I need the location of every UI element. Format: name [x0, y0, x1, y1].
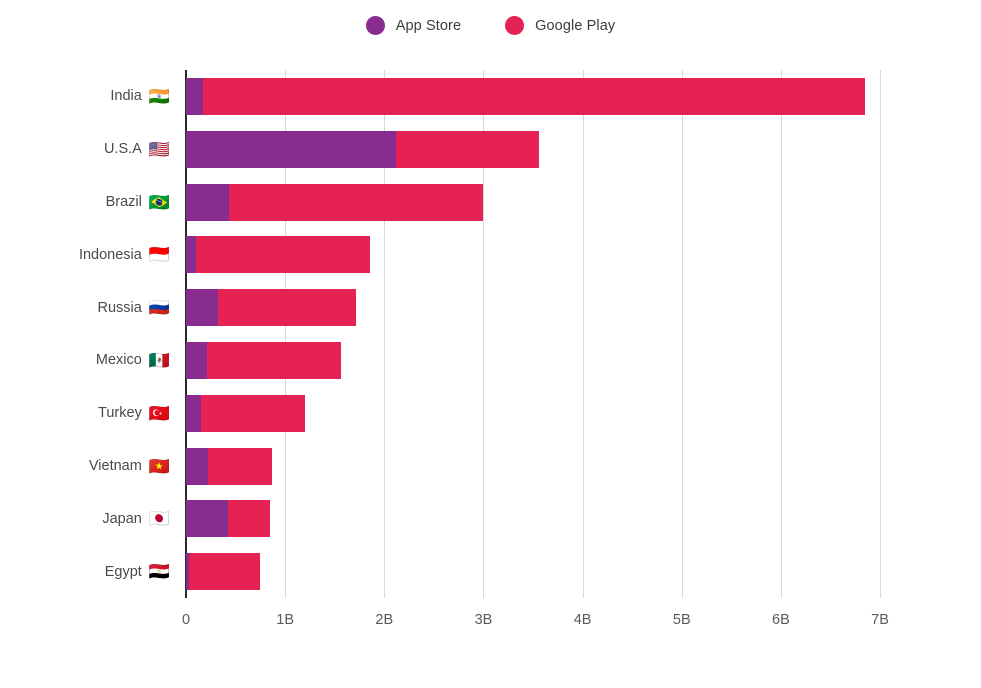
x-axis-tick-label: 1B: [276, 612, 295, 628]
bar-row[interactable]: [186, 289, 356, 327]
flag-icon: 🇮🇩: [148, 245, 170, 265]
bar-segment-google-play[interactable]: [202, 77, 866, 115]
x-axis-tick-label: 6B: [772, 612, 790, 628]
bar-segment-app-store[interactable]: [186, 447, 208, 485]
y-axis-category-india: India 🇮🇳: [110, 84, 170, 108]
bar-segment-google-play[interactable]: [228, 183, 484, 221]
x-axis-tick-label: 0: [181, 612, 191, 628]
y-axis-category-label: Brazil: [105, 194, 142, 210]
bar-segment-app-store[interactable]: [186, 130, 397, 168]
legend-item-app-store[interactable]: App Store: [365, 16, 462, 35]
bar-segment-app-store[interactable]: [186, 394, 201, 432]
y-axis-category-label: Indonesia: [78, 246, 142, 263]
bar-segment-google-play[interactable]: [200, 394, 305, 432]
x-axis-tick-label: 7B: [871, 612, 889, 628]
flag-icon: 🇲🇽: [148, 350, 170, 370]
flag-icon: 🇪🇬: [148, 562, 170, 582]
y-axis-category-label: Mexico: [95, 352, 142, 369]
bar-row[interactable]: [186, 130, 539, 168]
y-axis-category-usa: U.S.A 🇺🇸: [104, 137, 170, 161]
bar-segment-app-store[interactable]: [186, 289, 218, 327]
flag-icon: 🇺🇸: [148, 139, 170, 159]
x-axis-tick-label: 3B: [474, 612, 493, 628]
gridline: [780, 70, 782, 598]
y-axis-labels: India 🇮🇳 U.S.A 🇺🇸 Brazil 🇧🇷 Indonesia 🇮🇩 Russia 🇷…: [0, 70, 178, 598]
y-axis-category-label: U.S.A: [103, 141, 142, 158]
gridline: [681, 70, 683, 598]
y-axis-category-japan: Japan 🇯🇵: [102, 507, 170, 531]
flag-icon: 🇻🇳: [148, 456, 170, 476]
legend-item-google-play[interactable]: Google Play: [505, 16, 615, 35]
bar-row[interactable]: [186, 236, 371, 274]
bar-segment-google-play[interactable]: [227, 500, 271, 538]
y-axis-category-brazil: Brazil 🇧🇷: [106, 190, 170, 214]
bar-segment-app-store[interactable]: [186, 77, 203, 115]
y-axis-category-label: Vietnam: [88, 458, 142, 474]
bar-row[interactable]: [186, 183, 484, 221]
stacked-bar-chart: App Store Google Play India 🇮🇳 U.S.A 🇺🇸 Braz…: [0, 0, 981, 688]
gridline: [880, 70, 882, 598]
legend-swatch-app-store: [365, 16, 385, 35]
y-axis-category-label: India: [110, 88, 142, 105]
gridline: [582, 70, 584, 598]
x-axis-labels: 0 1B 2B 3B 4B 5B 6B 7B: [182, 612, 889, 636]
flag-icon: 🇯🇵: [148, 509, 170, 529]
y-axis-category-mexico: Mexico 🇲🇽: [96, 348, 170, 372]
bar-row[interactable]: [186, 77, 866, 115]
bar-segment-app-store[interactable]: [186, 500, 228, 538]
bar-segment-google-play[interactable]: [396, 130, 539, 168]
flag-icon: 🇧🇷: [148, 192, 170, 212]
x-axis-tick-label: 4B: [573, 612, 592, 628]
bar-segment-google-play[interactable]: [217, 289, 356, 327]
legend-swatch-google-play: [505, 16, 525, 35]
bar-segment-google-play[interactable]: [206, 341, 341, 379]
flag-icon: 🇷🇺: [148, 298, 170, 318]
bar-segment-app-store[interactable]: [186, 341, 207, 379]
y-axis-category-label: Egypt: [104, 563, 142, 580]
y-axis-category-egypt: Egypt 🇪🇬: [105, 560, 170, 584]
bar-row[interactable]: [186, 500, 271, 538]
legend-label-app-store: App Store: [395, 17, 462, 34]
bar-segment-app-store[interactable]: [186, 236, 196, 274]
y-axis-category-indonesia: Indonesia 🇮🇩: [79, 243, 170, 267]
y-axis-category-label: Turkey: [98, 405, 142, 422]
bar-row[interactable]: [186, 394, 305, 432]
bar-segment-google-play[interactable]: [195, 236, 371, 274]
chart-legend: App Store Google Play: [0, 16, 981, 35]
bar-segment-app-store[interactable]: [186, 183, 229, 221]
bar-row[interactable]: [186, 341, 341, 379]
y-axis-category-label: Russia: [97, 299, 142, 316]
y-axis-category-label: Japan: [102, 510, 142, 527]
x-axis-tick-label: 5B: [672, 612, 691, 628]
flag-icon: 🇮🇳: [148, 86, 170, 106]
bar-row[interactable]: [186, 553, 261, 591]
y-axis-category-turkey: Turkey 🇹🇷: [98, 401, 170, 425]
flag-icon: 🇹🇷: [148, 403, 170, 423]
y-axis-category-vietnam: Vietnam 🇻🇳: [89, 454, 170, 478]
y-axis-category-russia: Russia 🇷🇺: [98, 296, 171, 320]
bar-segment-google-play[interactable]: [207, 447, 273, 485]
bar-row[interactable]: [186, 447, 273, 485]
legend-label-google-play: Google Play: [535, 17, 616, 34]
plot-area: [185, 70, 882, 598]
x-axis-tick-label: 2B: [375, 612, 394, 628]
bar-segment-google-play[interactable]: [188, 553, 261, 591]
